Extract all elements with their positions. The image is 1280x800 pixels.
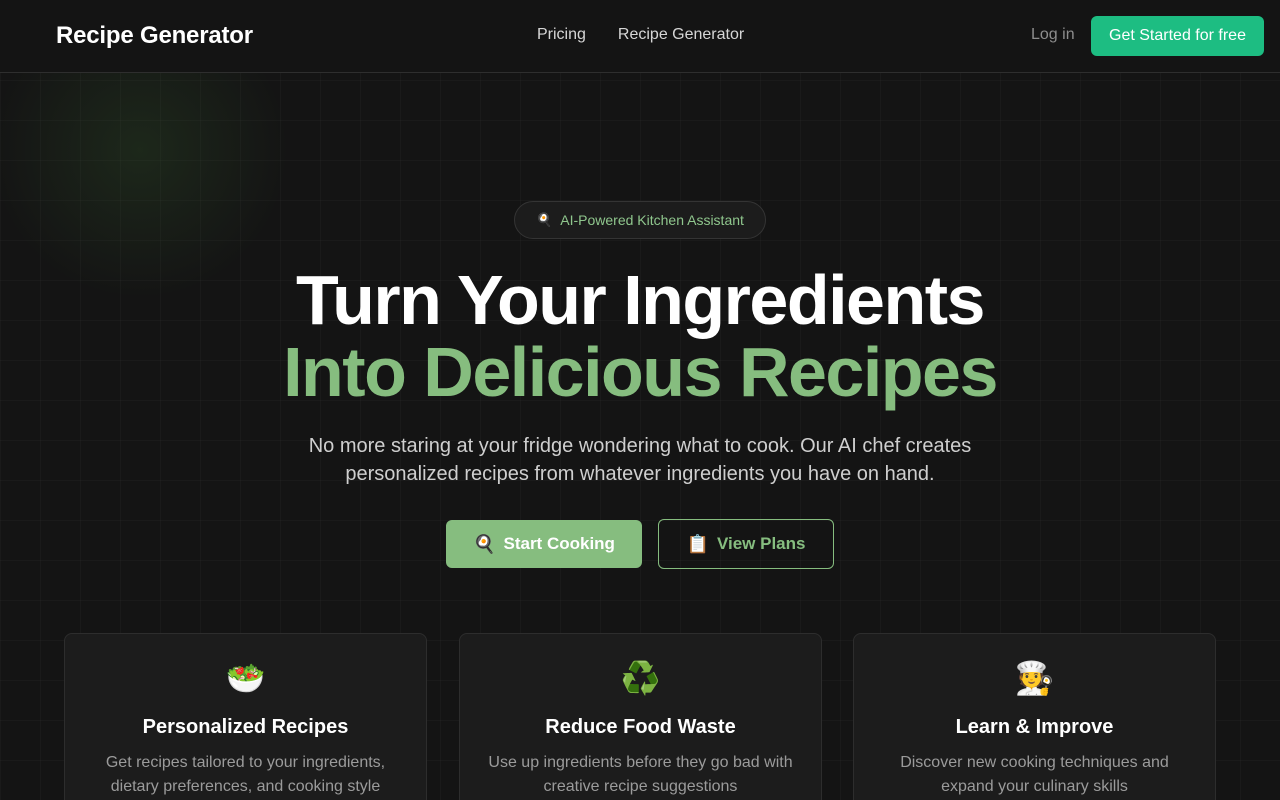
clipboard-icon: 📋 xyxy=(686,533,709,554)
chef-icon: 🧑‍🍳 xyxy=(1014,660,1055,696)
nav-link-pricing[interactable]: Pricing xyxy=(537,26,586,44)
main-nav: Pricing Recipe Generator xyxy=(537,26,744,44)
hero-badge-label: AI-Powered Kitchen Assistant xyxy=(560,212,744,228)
view-plans-button[interactable]: 📋 View Plans xyxy=(658,519,834,569)
feature-title: Personalized Recipes xyxy=(142,716,349,738)
get-started-button[interactable]: Get Started for free xyxy=(1091,16,1264,56)
frying-pan-icon: 🍳 xyxy=(473,533,496,554)
feature-description: Discover new cooking techniques and expa… xyxy=(900,754,1169,795)
hero-subtitle: No more staring at your fridge wondering… xyxy=(308,435,972,485)
feature-card-learn: 🧑‍🍳 Learn & Improve Discover new cooking… xyxy=(853,633,1216,800)
frying-pan-icon: 🍳 xyxy=(536,212,553,227)
start-cooking-label: Start Cooking xyxy=(503,534,615,553)
hero-title-line2: Into Delicious Recipes xyxy=(283,333,998,411)
feature-title: Reduce Food Waste xyxy=(545,716,736,738)
feature-description: Use up ingredients before they go bad wi… xyxy=(488,754,793,795)
feature-title: Learn & Improve xyxy=(955,716,1114,738)
hero-title-line1: Turn Your Ingredients xyxy=(296,261,985,339)
feature-card-reduce-waste: ♻️ Reduce Food Waste Use up ingredients … xyxy=(459,633,822,800)
recycle-icon: ♻️ xyxy=(620,660,661,696)
view-plans-label: View Plans xyxy=(716,534,806,553)
feature-card-personalized: 🥗 Personalized Recipes Get recipes tailo… xyxy=(64,633,427,800)
login-link[interactable]: Log in xyxy=(1031,26,1075,44)
site-header: Recipe Generator Pricing Recipe Generato… xyxy=(0,0,1280,73)
nav-link-recipe-generator[interactable]: Recipe Generator xyxy=(618,26,744,44)
hero-badge: 🍳 AI-Powered Kitchen Assistant xyxy=(514,201,766,239)
brand-logo[interactable]: Recipe Generator xyxy=(56,22,253,50)
start-cooking-button[interactable]: 🍳 Start Cooking xyxy=(446,520,642,568)
salad-icon: 🥗 xyxy=(225,660,266,696)
feature-description: Get recipes tailored to your ingredients… xyxy=(105,754,386,795)
